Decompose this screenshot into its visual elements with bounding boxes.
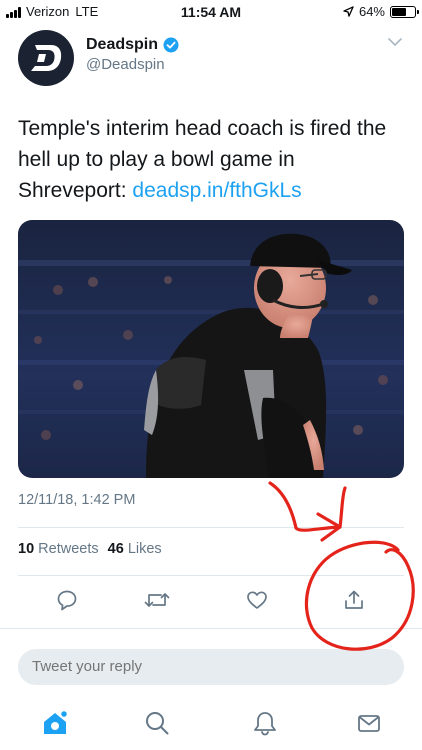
reply-icon [57, 590, 77, 611]
divider [18, 527, 404, 528]
likes-count: 46 [107, 541, 124, 557]
author-name-text: Deadspin [86, 36, 159, 53]
messages-icon [358, 715, 380, 732]
deadspin-logo [31, 45, 62, 71]
tab-bar [0, 700, 422, 750]
tab-notifications[interactable] [250, 708, 280, 738]
annotation-arrow [268, 481, 347, 532]
likes-label: Likes [127, 541, 162, 557]
tweet-link[interactable]: deadsp.in/fthGkLs [132, 179, 301, 202]
battery-icon [390, 5, 419, 18]
retweet-button[interactable] [143, 586, 171, 614]
search-icon [146, 712, 169, 735]
chevron-down-icon[interactable] [388, 38, 402, 47]
author-name[interactable]: Deadspin [86, 36, 179, 54]
tab-messages[interactable] [354, 708, 384, 738]
location-arrow-icon [343, 6, 354, 17]
retweets-count: 10 [18, 541, 35, 557]
divider [18, 575, 404, 576]
divider [0, 628, 422, 629]
share-icon [345, 590, 363, 609]
tweet-timestamp: 12/11/18, 1:42 PM [18, 492, 136, 508]
tab-search[interactable] [142, 708, 172, 738]
tab-home[interactable] [40, 708, 70, 738]
tweet-stats: 10 Retweets 46 Likes [18, 541, 162, 557]
status-bar: Verizon LTE 11:54 AM 64% [0, 0, 422, 24]
retweet-icon [144, 593, 170, 607]
reply-input[interactable] [18, 649, 404, 685]
verified-badge-icon [163, 37, 179, 53]
reply-button[interactable] [53, 586, 81, 614]
tweet-media-image[interactable] [18, 220, 404, 478]
retweets-label: Retweets [38, 541, 99, 557]
like-button[interactable] [243, 586, 271, 614]
home-icon [44, 709, 69, 734]
avatar[interactable] [18, 30, 74, 86]
battery-percent: 64% [358, 4, 385, 19]
author-handle[interactable]: @Deadspin [86, 56, 165, 73]
retweets-stat[interactable]: 10 Retweets [18, 541, 99, 557]
share-button[interactable] [340, 586, 368, 614]
likes-stat[interactable]: 46 Likes [108, 541, 162, 557]
tweet-actions [0, 582, 422, 618]
tweet-text: Temple's interim head coach is fired the… [18, 113, 408, 206]
notifications-icon [254, 712, 276, 736]
status-right: 64% [343, 4, 419, 19]
coach-photo [18, 220, 404, 478]
like-icon [247, 591, 267, 609]
